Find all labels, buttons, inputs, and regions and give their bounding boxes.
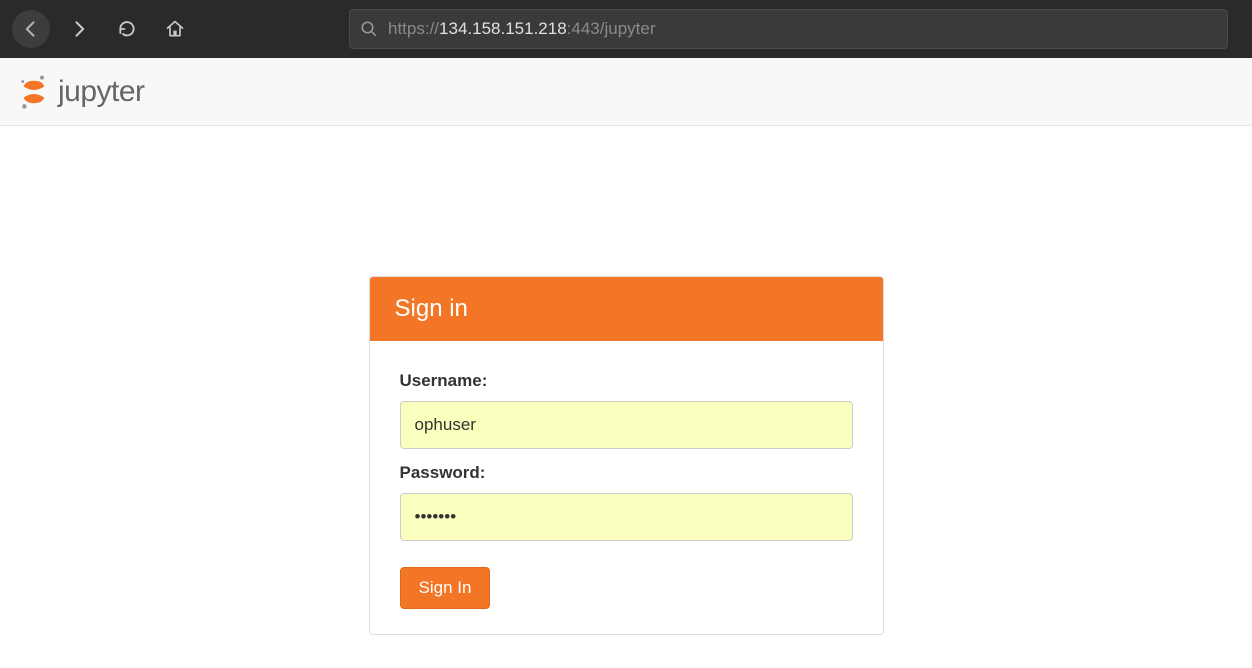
username-label: Username:: [400, 371, 853, 391]
jupyter-logo-text: jupyter: [58, 75, 145, 109]
main-content: Sign in Username: Password: Sign In: [0, 126, 1252, 635]
arrow-right-icon: [69, 19, 89, 39]
forward-button[interactable]: [60, 10, 98, 48]
url-protocol: https://: [388, 19, 439, 39]
nav-buttons: [12, 10, 194, 48]
url-host: 134.158.151.218: [439, 19, 567, 39]
jupyter-header: jupyter: [0, 58, 1252, 126]
username-input[interactable]: [400, 401, 853, 449]
browser-toolbar: https://134.158.151.218:443/jupyter: [0, 0, 1252, 58]
username-group: Username:: [400, 371, 853, 449]
reload-button[interactable]: [108, 10, 146, 48]
password-label: Password:: [400, 463, 853, 483]
password-input[interactable]: [400, 493, 853, 541]
signin-button[interactable]: Sign In: [400, 567, 491, 609]
jupyter-logo-icon: [18, 74, 50, 110]
signin-header: Sign in: [370, 277, 883, 341]
reload-icon: [117, 19, 137, 39]
home-icon: [165, 19, 185, 39]
back-button[interactable]: [12, 10, 50, 48]
address-bar[interactable]: https://134.158.151.218:443/jupyter: [349, 9, 1228, 49]
url-text: https://134.158.151.218:443/jupyter: [388, 19, 656, 39]
signin-body: Username: Password: Sign In: [370, 341, 883, 634]
arrow-left-icon: [21, 19, 41, 39]
home-button[interactable]: [156, 10, 194, 48]
password-group: Password:: [400, 463, 853, 541]
url-port-path: :443/jupyter: [567, 19, 656, 39]
search-icon: [360, 20, 378, 38]
jupyter-logo[interactable]: jupyter: [18, 74, 145, 110]
signin-panel: Sign in Username: Password: Sign In: [369, 276, 884, 635]
